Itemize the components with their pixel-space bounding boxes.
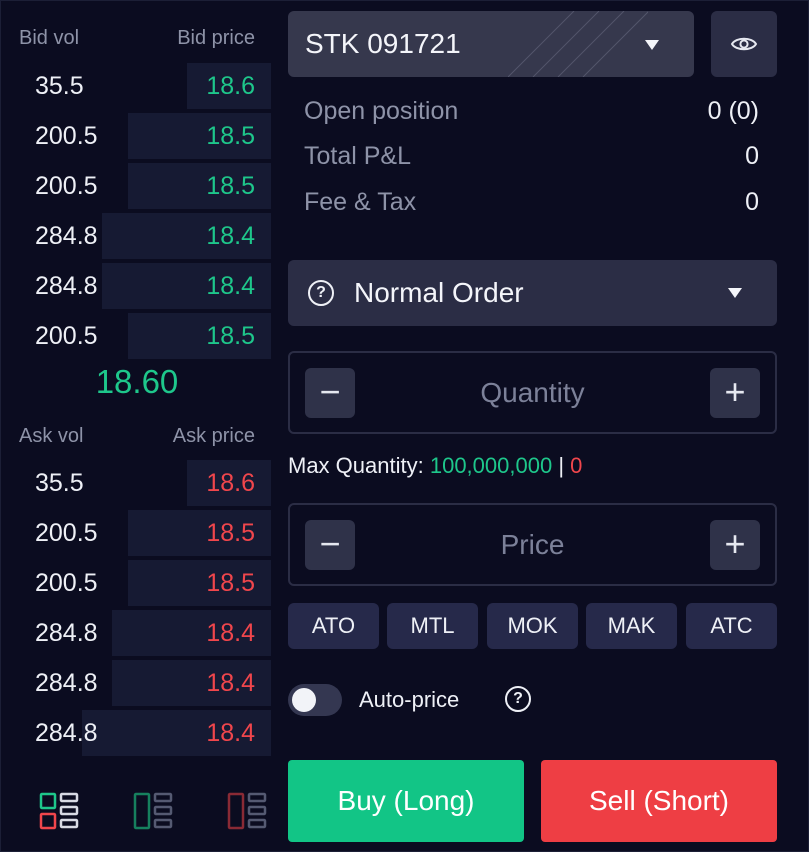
bid-row[interactable]: 200.5 18.5: [17, 311, 273, 361]
ask-row[interactable]: 284.8 18.4: [17, 708, 273, 758]
total-pnl-label: Total P&L: [304, 141, 412, 170]
bid-price[interactable]: 18.6: [206, 61, 255, 111]
layout-both-icon[interactable]: [39, 791, 79, 833]
bid-price[interactable]: 18.4: [206, 211, 255, 261]
bid-row[interactable]: 284.8 18.4: [17, 261, 273, 311]
order-panel: Bid vol Bid price 35.5 18.6 200.5 18.5 200.5…: [0, 0, 809, 852]
ask-price-header: Ask price: [172, 425, 255, 447]
bid-rows: 35.5 18.6 200.5 18.5 200.5 18.5 284.8 18.4 284.8…: [17, 61, 273, 361]
max-quantity-short: 0: [570, 453, 583, 478]
bid-row[interactable]: 200.5 18.5: [17, 111, 273, 161]
fee-tax-row: Fee & Tax 0: [304, 187, 759, 217]
watch-button[interactable]: [711, 11, 777, 77]
help-icon[interactable]: ?: [308, 280, 334, 306]
quick-price-mok-button[interactable]: MOK: [487, 603, 578, 649]
bid-volume: 200.5: [35, 322, 98, 350]
total-pnl-row: Total P&L 0: [304, 141, 759, 171]
ask-volume: 200.5: [35, 519, 98, 547]
ask-volume: 284.8: [35, 719, 98, 747]
price-input[interactable]: Price: [360, 505, 705, 585]
fee-tax-value: 0: [745, 187, 759, 216]
bid-price[interactable]: 18.4: [206, 261, 255, 311]
bid-volume: 200.5: [35, 172, 98, 200]
ask-volume: 284.8: [35, 669, 98, 697]
quick-price-mak-button[interactable]: MAK: [586, 603, 677, 649]
ask-row[interactable]: 284.8 18.4: [17, 658, 273, 708]
bid-price[interactable]: 18.5: [206, 111, 255, 161]
decorative-stripes: [508, 11, 648, 77]
quick-price-ato-button[interactable]: ATO: [288, 603, 379, 649]
open-position-value: 0 (0): [707, 96, 759, 125]
bid-header: Bid vol Bid price: [19, 27, 255, 50]
auto-price-label: Auto-price: [359, 687, 460, 712]
bid-row[interactable]: 35.5 18.6: [17, 61, 273, 111]
quick-price-buttons: ATO MTL MOK MAK ATC: [288, 603, 777, 649]
ask-row[interactable]: 284.8 18.4: [17, 608, 273, 658]
auto-price-toggle[interactable]: [288, 684, 342, 716]
ask-vol-header: Ask vol: [19, 425, 84, 447]
eye-icon: [730, 37, 758, 51]
max-quantity-separator: |: [558, 453, 565, 478]
bid-volume: 35.5: [35, 72, 84, 100]
price-stepper: − Price +: [288, 503, 777, 586]
open-position-label: Open position: [304, 96, 459, 125]
order-type-select[interactable]: ? Normal Order: [288, 260, 777, 326]
bid-price[interactable]: 18.5: [206, 311, 255, 361]
fee-tax-label: Fee & Tax: [304, 187, 417, 216]
layout-bid-only-icon[interactable]: [133, 791, 173, 833]
bid-volume: 284.8: [35, 272, 98, 300]
ask-row[interactable]: 200.5 18.5: [17, 508, 273, 558]
order-type-label: Normal Order: [354, 277, 524, 308]
bid-price[interactable]: 18.5: [206, 161, 255, 211]
ask-header: Ask vol Ask price: [19, 425, 255, 448]
max-quantity: Max Quantity: 100,000,000 | 0: [288, 453, 582, 479]
bid-row[interactable]: 200.5 18.5: [17, 161, 273, 211]
bid-volume: 284.8: [35, 222, 98, 250]
ask-volume: 35.5: [35, 469, 84, 497]
ask-price[interactable]: 18.5: [206, 508, 255, 558]
bid-row[interactable]: 284.8 18.4: [17, 211, 273, 261]
ask-price[interactable]: 18.5: [206, 558, 255, 608]
quick-price-mtl-button[interactable]: MTL: [387, 603, 478, 649]
ask-rows: 35.5 18.6 200.5 18.5 200.5 18.5 284.8 18.4 284.8…: [17, 458, 273, 758]
open-position-row: Open position 0 (0): [304, 96, 759, 126]
symbol-value: STK 091721: [305, 28, 461, 59]
caret-down-icon: [645, 40, 659, 50]
ask-price[interactable]: 18.6: [206, 458, 255, 508]
ask-price[interactable]: 18.4: [206, 708, 255, 758]
ask-volume: 200.5: [35, 569, 98, 597]
ask-price[interactable]: 18.4: [206, 608, 255, 658]
quantity-decrement-button[interactable]: −: [305, 368, 355, 418]
quantity-input[interactable]: Quantity: [360, 353, 705, 433]
ask-row[interactable]: 35.5 18.6: [17, 458, 273, 508]
layout-ask-only-icon[interactable]: [227, 791, 267, 833]
quantity-stepper: − Quantity +: [288, 351, 777, 434]
quantity-increment-button[interactable]: +: [710, 368, 760, 418]
bid-volume: 200.5: [35, 122, 98, 150]
quick-price-atc-button[interactable]: ATC: [686, 603, 777, 649]
toggle-knob: [292, 688, 316, 712]
sell-short-button[interactable]: Sell (Short): [541, 760, 777, 842]
bid-vol-header: Bid vol: [19, 27, 80, 49]
price-decrement-button[interactable]: −: [305, 520, 355, 570]
bid-price-header: Bid price: [177, 27, 255, 49]
max-quantity-label: Max Quantity:: [288, 453, 424, 478]
last-price: 18.60: [95, 363, 179, 400]
max-quantity-long: 100,000,000: [429, 453, 553, 478]
price-increment-button[interactable]: +: [710, 520, 760, 570]
caret-down-icon: [728, 288, 742, 298]
ask-row[interactable]: 200.5 18.5: [17, 558, 273, 608]
ask-volume: 284.8: [35, 619, 98, 647]
ask-price[interactable]: 18.4: [206, 658, 255, 708]
total-pnl-value: 0: [745, 141, 759, 170]
help-icon[interactable]: ?: [505, 686, 531, 712]
symbol-select[interactable]: STK 091721: [288, 11, 694, 77]
book-layout-switcher: [1, 791, 273, 837]
buy-long-button[interactable]: Buy (Long): [288, 760, 524, 842]
